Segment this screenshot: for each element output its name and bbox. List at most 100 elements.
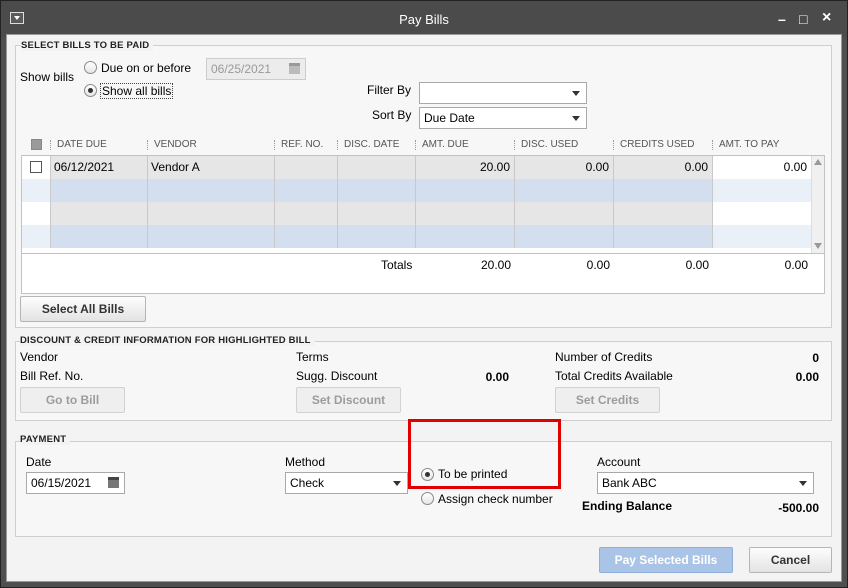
go-to-bill-button[interactable]: Go to Bill: [20, 387, 125, 413]
bill-ref-label: Bill Ref. No.: [20, 369, 84, 383]
filter-by-dropdown[interactable]: [419, 82, 587, 104]
column-divider: [50, 140, 51, 150]
sort-by-value: Due Date: [424, 111, 475, 125]
empty-cell: [713, 202, 812, 225]
col-disc-date[interactable]: DISC. DATE: [344, 139, 399, 150]
set-discount-button[interactable]: Set Discount: [296, 387, 401, 413]
empty-cell: [22, 179, 51, 202]
empty-cell: [515, 202, 614, 225]
totals-divider: [22, 253, 824, 254]
sort-by-label: Sort By: [372, 108, 412, 122]
cell-disc-date: [338, 156, 416, 179]
show-all-bills-radio[interactable]: [84, 84, 97, 97]
sugg-discount-value: 0.00: [485, 370, 509, 384]
vendor-label: Vendor: [20, 350, 59, 364]
due-on-before-label: Due on or before: [101, 61, 192, 75]
show-bills-label: Show bills: [20, 70, 75, 84]
payment-title: PAYMENT: [20, 434, 71, 445]
chevron-down-icon: [572, 91, 580, 96]
highlight-annotation-box: [408, 419, 561, 489]
calendar-icon[interactable]: [108, 477, 119, 488]
totals-label: Totals: [381, 258, 413, 272]
due-date-value: 06/25/2021: [211, 62, 272, 76]
empty-cell: [338, 225, 416, 248]
column-divider: [415, 140, 416, 150]
column-divider: [514, 140, 515, 150]
calendar-icon[interactable]: [289, 63, 300, 74]
chevron-down-icon: [393, 481, 401, 486]
empty-cell: [275, 179, 338, 202]
account-dropdown[interactable]: Bank ABC: [597, 472, 814, 494]
empty-cell: [515, 225, 614, 248]
method-dropdown[interactable]: Check: [285, 472, 408, 494]
empty-cell: [614, 225, 713, 248]
sugg-discount-label: Sugg. Discount: [296, 369, 378, 383]
column-divider: [337, 140, 338, 150]
row-select-cell: [22, 156, 51, 179]
bills-table: 06/12/2021 Vendor A 20.00 0.00 0.00 0.00: [21, 155, 825, 294]
col-vendor[interactable]: VENDOR: [154, 139, 197, 150]
window-title: Pay Bills: [399, 12, 449, 27]
minimize-button[interactable]: –: [778, 12, 786, 26]
maximize-button[interactable]: □: [799, 12, 807, 26]
empty-cell: [713, 225, 812, 248]
total-disc-used: 0.00: [586, 258, 610, 272]
ending-balance-value: -500.00: [778, 501, 819, 515]
col-disc-used[interactable]: DISC. USED: [521, 139, 578, 150]
account-label: Account: [597, 455, 641, 469]
empty-cell: [416, 179, 515, 202]
method-value: Check: [290, 476, 325, 490]
title-bar: Pay Bills – □ ×: [1, 1, 847, 37]
set-credits-button[interactable]: Set Credits: [555, 387, 660, 413]
empty-cell: [614, 179, 713, 202]
column-divider: [274, 140, 275, 150]
col-credits-used[interactable]: CREDITS USED: [620, 139, 694, 150]
select-all-bills-button[interactable]: Select All Bills: [20, 296, 146, 322]
col-ref-no[interactable]: REF. NO.: [281, 139, 323, 150]
col-amt-due[interactable]: AMT. DUE: [422, 139, 469, 150]
empty-cell: [51, 202, 148, 225]
col-amt-to-pay[interactable]: AMT. TO PAY: [719, 139, 779, 150]
row-checkbox[interactable]: [30, 161, 42, 173]
empty-cell: [338, 179, 416, 202]
cell-amt-to-pay[interactable]: 0.00: [713, 156, 812, 179]
discount-title: DISCOUNT & CREDIT INFORMATION FOR HIGHLI…: [20, 335, 315, 346]
ending-balance-label: Ending Balance: [582, 499, 673, 513]
total-credits-value: 0.00: [795, 370, 819, 384]
empty-cell: [338, 202, 416, 225]
payment-date-field[interactable]: 06/15/2021: [26, 472, 125, 494]
empty-cell: [148, 179, 275, 202]
account-value: Bank ABC: [602, 476, 657, 490]
cell-credits-used: 0.00: [614, 156, 713, 179]
vertical-scrollbar[interactable]: [811, 156, 824, 253]
empty-cell: [148, 225, 275, 248]
header-checkbox-icon[interactable]: [31, 139, 42, 150]
table-row[interactable]: 06/12/2021 Vendor A 20.00 0.00 0.00 0.00: [22, 156, 812, 179]
cell-amt-due: 20.00: [416, 156, 515, 179]
method-label: Method: [285, 455, 326, 469]
close-button[interactable]: ×: [822, 10, 831, 26]
scroll-up-icon[interactable]: [814, 159, 822, 165]
total-credits-used: 0.00: [685, 258, 709, 272]
empty-row: [22, 179, 812, 202]
empty-row: [22, 225, 812, 248]
empty-cell: [416, 225, 515, 248]
cell-date-due: 06/12/2021: [51, 156, 148, 179]
column-divider: [147, 140, 148, 150]
empty-cell: [51, 225, 148, 248]
num-credits-value: 0: [812, 351, 819, 365]
assign-check-number-radio[interactable]: [421, 492, 434, 505]
empty-cell: [22, 225, 51, 248]
scroll-down-icon[interactable]: [814, 243, 822, 249]
cancel-button[interactable]: Cancel: [749, 547, 832, 573]
pay-selected-bills-button[interactable]: Pay Selected Bills: [599, 547, 733, 573]
due-date-field[interactable]: 06/25/2021: [206, 58, 306, 80]
total-credits-label: Total Credits Available: [555, 369, 673, 383]
total-amt-to-pay: 0.00: [784, 258, 808, 272]
sort-by-dropdown[interactable]: Due Date: [419, 107, 587, 129]
pay-bills-window: Pay Bills – □ × SELECT BILLS TO BE PAID …: [0, 0, 848, 588]
col-date-due[interactable]: DATE DUE: [57, 139, 107, 150]
due-on-before-radio[interactable]: [84, 61, 97, 74]
select-bills-title: SELECT BILLS TO BE PAID: [21, 40, 154, 51]
dialog-body: SELECT BILLS TO BE PAID Show bills Due o…: [6, 34, 842, 582]
